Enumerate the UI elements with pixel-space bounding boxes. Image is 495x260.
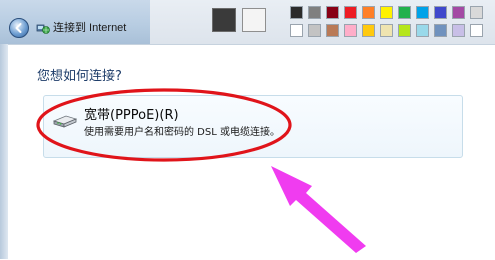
palette-swatch[interactable] [326,24,339,37]
palette-swatch[interactable] [326,6,339,19]
palette-swatch[interactable] [380,24,393,37]
title-bar: 连接到 Internet [0,0,495,44]
palette-swatch[interactable] [416,24,429,37]
palette-swatch[interactable] [362,24,375,37]
option-description: 使用需要用户名和密码的 DSL 或电缆连接。 [84,127,280,138]
palette-swatch[interactable] [434,6,447,19]
palette-swatch[interactable] [452,6,465,19]
back-arrow-icon [15,23,22,33]
color-preview[interactable] [212,8,236,32]
palette-swatch[interactable] [344,6,357,19]
palette-swatch[interactable] [434,24,447,37]
palette-swatch[interactable] [470,24,483,37]
palette-swatch[interactable] [308,24,321,37]
palette-swatch[interactable] [290,6,303,19]
palette-swatch[interactable] [470,6,483,19]
option-title: 宽带(PPPoE)(R) [84,108,179,123]
palette-swatch[interactable] [416,6,429,19]
palette-swatch[interactable] [398,6,411,19]
back-button[interactable] [9,18,29,38]
window-title: 连接到 Internet [53,22,127,34]
page-heading: 您想如何连接? [37,69,122,84]
color-palette [150,0,495,44]
palette-swatch[interactable] [452,24,465,37]
palette-swatch[interactable] [290,24,303,37]
palette-swatch[interactable] [344,24,357,37]
network-globe-icon [36,24,50,34]
window-border [0,44,8,259]
palette-swatch[interactable] [398,24,411,37]
modem-icon [52,115,78,128]
palette-swatch[interactable] [380,6,393,19]
palette-swatch[interactable] [308,6,321,19]
color-preview[interactable] [242,8,266,32]
palette-swatch[interactable] [362,6,375,19]
